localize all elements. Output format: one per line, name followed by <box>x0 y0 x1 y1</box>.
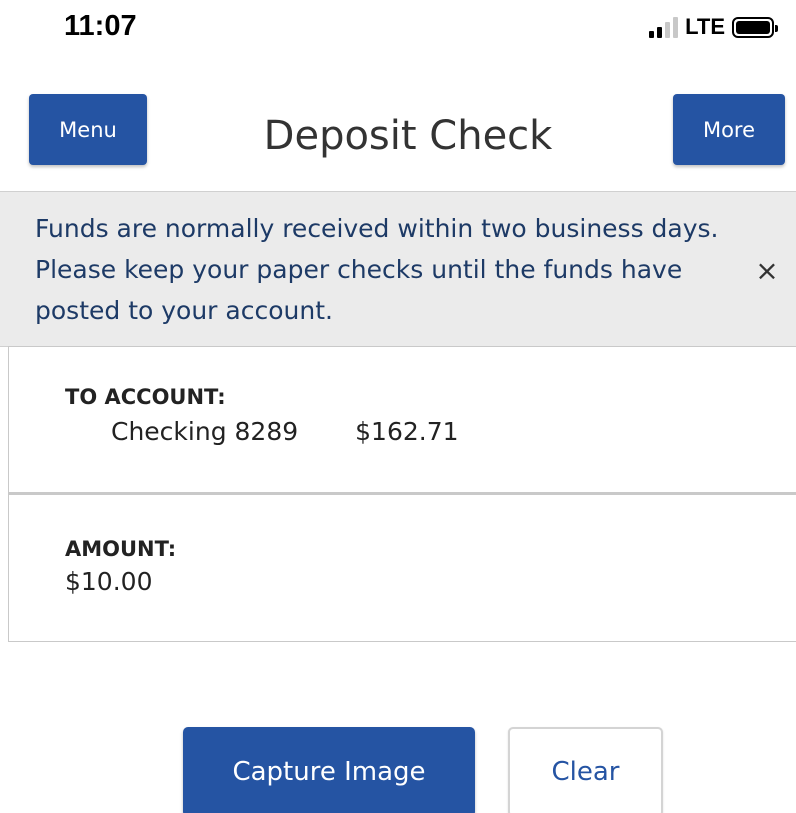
deposit-check-screen: 11:07 LTE Menu Deposit Check More Funds … <box>0 0 796 813</box>
amount-value: $10.00 <box>65 567 153 596</box>
selected-account: Checking 8289 $162.71 <box>111 417 459 446</box>
status-bar: 11:07 LTE <box>0 0 796 56</box>
more-button[interactable]: More <box>673 94 785 165</box>
to-account-label: TO ACCOUNT: <box>65 385 226 409</box>
status-indicators: LTE <box>649 13 778 41</box>
notice-text: Funds are normally received within two b… <box>35 214 719 325</box>
account-name: Checking 8289 <box>111 417 299 446</box>
close-icon[interactable]: × <box>752 254 782 287</box>
status-time: 11:07 <box>64 10 137 42</box>
funds-notice-banner: Funds are normally received within two b… <box>0 191 796 347</box>
account-balance: $162.71 <box>355 417 459 446</box>
amount-label: AMOUNT: <box>65 537 177 561</box>
menu-button[interactable]: Menu <box>29 94 147 165</box>
amount-field[interactable]: AMOUNT: $10.00 <box>8 494 796 642</box>
clear-button[interactable]: Clear <box>508 727 663 813</box>
battery-icon <box>732 16 778 38</box>
network-type: LTE <box>685 14 725 39</box>
signal-icon <box>649 16 679 38</box>
page-title: Deposit Check <box>263 113 553 159</box>
to-account-selector[interactable]: TO ACCOUNT: Checking 8289 $162.71 <box>8 346 796 494</box>
capture-image-button[interactable]: Capture Image <box>183 727 475 813</box>
